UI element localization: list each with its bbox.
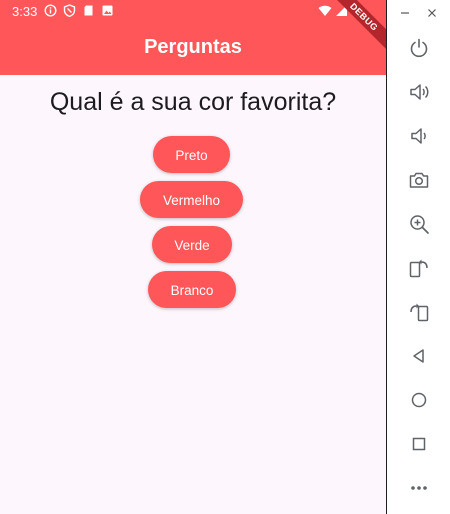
info-icon xyxy=(44,4,57,17)
emulator-toolbar xyxy=(387,0,450,514)
camera-icon[interactable] xyxy=(401,162,437,198)
volume-up-icon[interactable] xyxy=(401,74,437,110)
volume-down-icon[interactable] xyxy=(401,118,437,154)
home-icon[interactable] xyxy=(401,382,437,418)
status-bar: 3:33 xyxy=(0,0,386,22)
back-icon[interactable] xyxy=(401,338,437,374)
status-time: 3:33 xyxy=(12,4,38,19)
sd-card-icon xyxy=(82,4,95,17)
rotate-left-icon[interactable] xyxy=(401,250,437,286)
image-icon xyxy=(101,4,114,17)
status-notification-icons xyxy=(44,4,114,18)
power-icon[interactable] xyxy=(401,30,437,66)
wifi-icon xyxy=(318,4,332,17)
answer-button-vermelho[interactable]: Vermelho xyxy=(140,181,243,218)
app-bar: 3:33 Perguntas DEBUG xyxy=(0,0,386,75)
phone-screen: 3:33 Perguntas DEBUG Qual é a sua cor fa… xyxy=(0,0,386,514)
close-icon[interactable] xyxy=(425,6,439,20)
answer-button-branco[interactable]: Branco xyxy=(148,271,236,308)
answer-button-verde[interactable]: Verde xyxy=(152,226,232,263)
minimize-icon[interactable] xyxy=(398,6,412,20)
rotate-right-icon[interactable] xyxy=(401,294,437,330)
app-bar-title: Perguntas xyxy=(144,36,242,58)
question-text: Qual é a sua cor favorita? xyxy=(49,88,337,116)
more-icon[interactable] xyxy=(401,470,437,506)
screen: 3:33 Perguntas DEBUG Qual é a sua cor fa… xyxy=(0,0,450,514)
shield-icon xyxy=(63,4,76,18)
zoom-in-icon[interactable] xyxy=(401,206,437,242)
answer-button-preto[interactable]: Preto xyxy=(153,136,230,173)
overview-icon[interactable] xyxy=(401,426,437,462)
